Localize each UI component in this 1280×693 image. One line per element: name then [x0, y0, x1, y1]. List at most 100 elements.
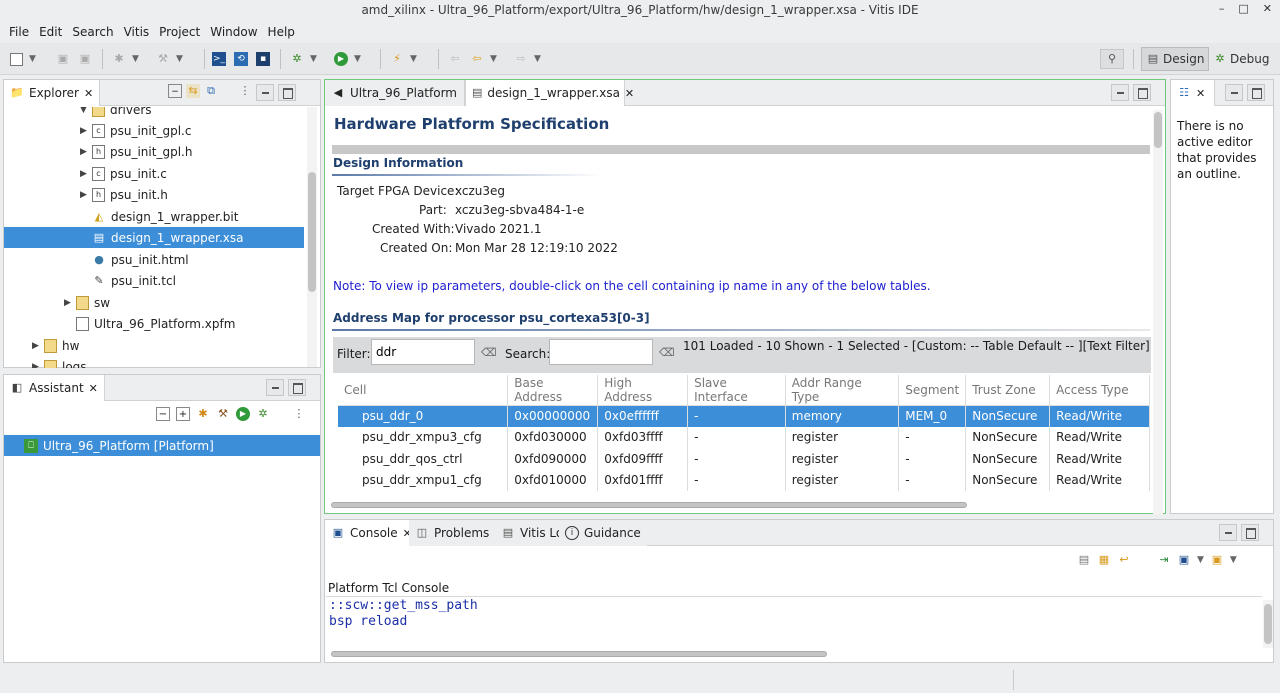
- table-cell[interactable]: psu_ddr_xmpu1_cfg: [338, 469, 509, 491]
- column-header[interactable]: Trust Zone: [965, 375, 1051, 406]
- link-editor-icon[interactable]: ⇆: [186, 84, 200, 98]
- table-cell[interactable]: psu_ddr_qos_ctrl: [338, 448, 509, 470]
- tree-item-psu-init-c[interactable]: ▶ c psu_init.c: [4, 163, 304, 184]
- table-cell[interactable]: NonSecure: [965, 426, 1051, 448]
- tree-item-sw[interactable]: ▶ sw: [4, 292, 304, 313]
- run-icon[interactable]: ▶: [236, 407, 250, 421]
- table-cell[interactable]: MEM_0: [898, 405, 967, 427]
- view-menu-icon[interactable]: ⋮: [292, 407, 306, 421]
- save-button[interactable]: ▣: [56, 49, 70, 69]
- console-button[interactable]: ▪: [256, 49, 270, 69]
- word-wrap-icon[interactable]: ↩: [1117, 553, 1131, 567]
- menu-search[interactable]: Search: [67, 25, 118, 39]
- table-cell[interactable]: register: [785, 469, 900, 491]
- tab-assistant[interactable]: ◧ Assistant ✕: [4, 375, 105, 401]
- save-all-button[interactable]: ▣: [78, 49, 92, 69]
- clear-filter-icon[interactable]: ⌫: [481, 346, 497, 360]
- tab-explorer[interactable]: 📁 Explorer ✕: [4, 80, 101, 106]
- console-output[interactable]: ::scw::get_mss_path bsp reload: [326, 596, 1262, 648]
- console-vertical-scrollbar[interactable]: [1263, 600, 1273, 648]
- console-horizontal-scrollbar[interactable]: [329, 649, 1259, 659]
- menu-file[interactable]: File: [4, 25, 34, 39]
- column-header[interactable]: Addr Range Type: [785, 375, 900, 406]
- minimize-icon[interactable]: –: [1219, 2, 1225, 15]
- forward-button[interactable]: ⇨ ▼: [514, 49, 541, 69]
- new-button[interactable]: ▼: [10, 49, 36, 69]
- maximize-icon[interactable]: □: [1238, 2, 1248, 15]
- menu-vitis[interactable]: Vitis: [119, 25, 155, 39]
- tree-item-hw[interactable]: ▶ hw: [4, 335, 304, 356]
- maximize-assistant-button[interactable]: [288, 379, 306, 396]
- editor-horizontal-scrollbar[interactable]: [329, 500, 1151, 510]
- view-menu-icon[interactable]: ⋮: [238, 84, 252, 98]
- menu-project[interactable]: Project: [154, 25, 205, 39]
- column-header[interactable]: Base Address: [507, 375, 599, 406]
- column-header[interactable]: Segment: [898, 375, 967, 406]
- close-tab-icon[interactable]: ✕: [1196, 87, 1205, 100]
- menu-edit[interactable]: Edit: [34, 25, 67, 39]
- table-cell[interactable]: NonSecure: [965, 405, 1051, 427]
- tree-item-psu-init-h[interactable]: ▶ h psu_init.h: [4, 184, 304, 205]
- table-cell[interactable]: Read/Write: [1049, 405, 1150, 427]
- search-input[interactable]: [549, 339, 653, 365]
- filter-input[interactable]: [371, 339, 475, 365]
- clear-console-icon[interactable]: ▤: [1077, 553, 1091, 567]
- tree-item-psu-init-tcl[interactable]: ✎ psu_init.tcl: [4, 270, 304, 291]
- column-header[interactable]: Access Type: [1049, 375, 1150, 406]
- menu-help[interactable]: Help: [263, 25, 300, 39]
- table-cell[interactable]: memory: [785, 405, 900, 427]
- table-cell[interactable]: -: [687, 469, 786, 491]
- assistant-item-platform[interactable]: ⎕ Ultra_96_Platform [Platform]: [4, 435, 320, 456]
- table-cell[interactable]: -: [687, 426, 786, 448]
- table-row[interactable]: psu_ddr_qos_ctrl 0xfd090000 0xfd09ffff - reg…: [338, 448, 1150, 470]
- settings-button[interactable]: ✱ ▼: [112, 49, 139, 69]
- program-device-button[interactable]: ⚡ ▼: [390, 49, 417, 69]
- tree-item-psu-init-gpl-h[interactable]: ▶ h psu_init_gpl.h: [4, 141, 304, 162]
- column-header[interactable]: Slave Interface: [687, 375, 786, 406]
- column-header[interactable]: High Address: [597, 375, 689, 406]
- table-cell[interactable]: register: [785, 426, 900, 448]
- minimize-explorer-button[interactable]: [256, 84, 274, 101]
- close-icon[interactable]: ✕: [1263, 2, 1272, 15]
- maximize-outline-button[interactable]: [1247, 84, 1265, 101]
- menu-window[interactable]: Window: [205, 25, 262, 39]
- tree-item-logs[interactable]: ▶ logs: [4, 356, 304, 368]
- tab-problems[interactable]: ◫ Problems: [409, 520, 496, 546]
- search-button[interactable]: ⚲: [1100, 49, 1124, 69]
- close-tab-icon[interactable]: ✕: [625, 87, 634, 100]
- tab-console[interactable]: ▣ Console ✕: [325, 520, 419, 546]
- table-cell[interactable]: -: [898, 469, 967, 491]
- table-cell[interactable]: 0x0effffff: [597, 405, 689, 427]
- tree-item-xpfm[interactable]: Ultra_96_Platform.xpfm: [4, 313, 304, 334]
- tab-ultra96-platform[interactable]: ◀ Ultra_96_Platform: [325, 80, 465, 106]
- tab-outline[interactable]: ☷ ✕: [1171, 80, 1215, 106]
- terminal-button[interactable]: >_: [212, 49, 226, 69]
- design-perspective-button[interactable]: ▤ Design: [1141, 47, 1210, 71]
- table-cell[interactable]: 0xfd090000: [507, 448, 599, 470]
- table-cell[interactable]: -: [898, 426, 967, 448]
- display-console-icon[interactable]: ▣: [1177, 553, 1191, 567]
- maximize-editor-button[interactable]: [1133, 84, 1151, 101]
- collapse-all-icon[interactable]: −: [168, 84, 182, 98]
- minimize-outline-button[interactable]: [1225, 84, 1243, 101]
- close-tab-icon[interactable]: ✕: [84, 87, 93, 100]
- table-cell[interactable]: psu_ddr_xmpu3_cfg: [338, 426, 509, 448]
- table-cell[interactable]: -: [687, 448, 786, 470]
- maximize-console-button[interactable]: [1241, 524, 1259, 541]
- run-button[interactable]: ▶ ▼: [334, 49, 361, 69]
- build-hammer-icon[interactable]: ⚒: [216, 407, 230, 421]
- prev-annotation-button[interactable]: ⇦: [448, 49, 462, 69]
- close-tab-icon[interactable]: ✕: [89, 382, 98, 395]
- explorer-scrollbar[interactable]: [307, 107, 317, 367]
- table-cell[interactable]: Read/Write: [1049, 426, 1150, 448]
- open-console-icon[interactable]: ▣: [1210, 553, 1224, 567]
- table-cell[interactable]: 0xfd01ffff: [597, 469, 689, 491]
- table-cell[interactable]: -: [898, 448, 967, 470]
- collapse-icon[interactable]: −: [156, 407, 170, 421]
- table-row[interactable]: psu_ddr_xmpu3_cfg 0xfd030000 0xfd03ffff - re…: [338, 426, 1150, 448]
- tab-guidance[interactable]: i Guidance: [559, 520, 647, 546]
- minimize-console-button[interactable]: [1219, 524, 1237, 541]
- table-cell[interactable]: Read/Write: [1049, 469, 1150, 491]
- minimize-assistant-button[interactable]: [266, 379, 284, 396]
- table-row[interactable]: psu_ddr_xmpu1_cfg 0xfd010000 0xfd01ffff - re…: [338, 469, 1150, 491]
